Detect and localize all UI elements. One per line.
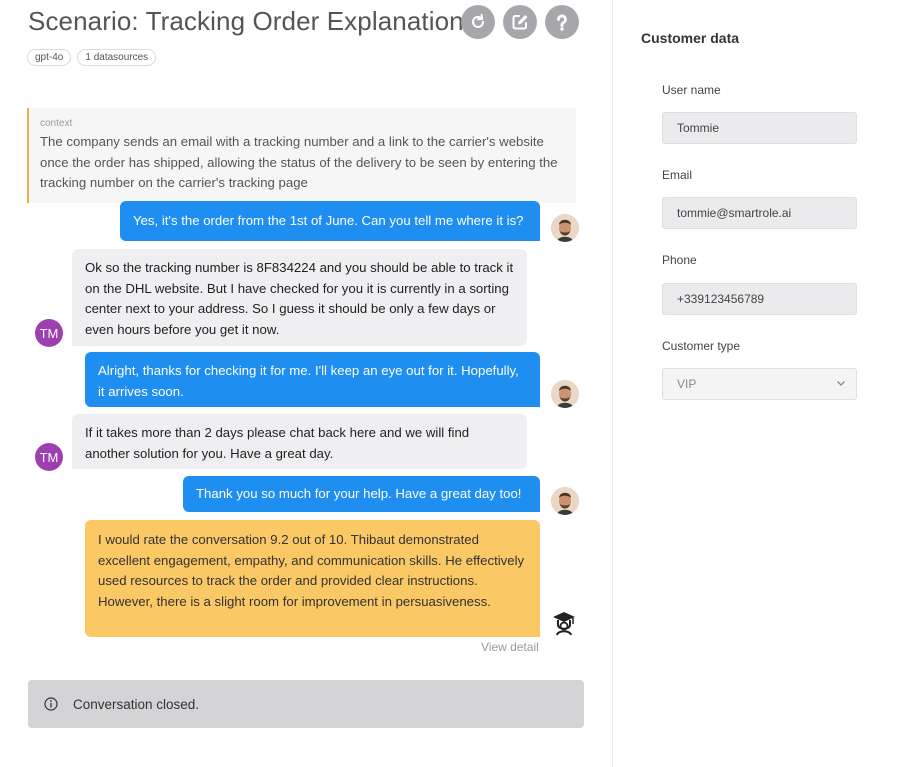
scenario-tags: gpt-4o 1 datasources	[27, 49, 157, 66]
conversation-status: Conversation closed.	[28, 680, 584, 728]
user-avatar	[551, 380, 579, 408]
refresh-icon	[472, 13, 484, 28]
datasources-tag: 1 datasources	[77, 49, 157, 66]
username-field[interactable]: Tommie	[662, 112, 857, 144]
user-message: Alright, thanks for checking it for me. …	[85, 352, 540, 407]
help-icon	[557, 14, 567, 31]
user-avatar-icon	[551, 487, 579, 515]
phone-label: Phone	[662, 253, 697, 267]
customer-type-value: VIP	[677, 377, 697, 391]
user-avatar-icon	[551, 214, 579, 242]
chevron-down-icon	[837, 381, 845, 386]
username-label: User name	[662, 83, 721, 97]
customer-type-select[interactable]: VIP	[662, 368, 857, 400]
phone-field[interactable]: +339123456789	[662, 283, 857, 315]
bot-message: Ok so the tracking number is 8F834224 an…	[72, 249, 527, 346]
bot-avatar: TM	[35, 443, 63, 471]
help-button[interactable]	[545, 5, 579, 39]
customer-panel-title: Customer data	[641, 30, 740, 46]
view-detail-link[interactable]: View detail	[481, 640, 539, 654]
edit-button[interactable]	[503, 5, 537, 39]
context-text: The company sends an email with a tracki…	[40, 134, 558, 190]
user-message: Thank you so much for your help. Have a …	[183, 476, 540, 512]
user-avatar	[551, 487, 579, 515]
evaluation-message: I would rate the conversation 9.2 out of…	[85, 520, 540, 637]
edit-icon	[512, 15, 528, 30]
bot-avatar: TM	[35, 319, 63, 347]
bot-message: If it takes more than 2 days please chat…	[72, 414, 527, 469]
email-field[interactable]: tommie@smartrole.ai	[662, 197, 857, 229]
customer-type-label: Customer type	[662, 339, 741, 353]
title-actions	[461, 5, 579, 39]
page-title: Scenario: Tracking Order Explanation	[28, 6, 464, 36]
status-text: Conversation closed.	[73, 696, 200, 712]
graduation-cap-icon	[553, 612, 575, 636]
context-box: context The company sends an email with …	[27, 108, 576, 203]
info-icon	[44, 697, 58, 711]
customer-panel: Customer data User name Tommie Email tom…	[612, 0, 900, 767]
restart-button[interactable]	[461, 5, 495, 39]
user-avatar	[551, 214, 579, 242]
user-avatar-icon	[551, 380, 579, 408]
user-message: Yes, it's the order from the 1st of June…	[120, 201, 540, 241]
conversation-panel: Scenario: Tracking Order Explanation gpt…	[0, 0, 612, 767]
model-tag: gpt-4o	[27, 49, 72, 66]
context-label: context	[40, 118, 73, 129]
email-label: Email	[662, 168, 693, 182]
